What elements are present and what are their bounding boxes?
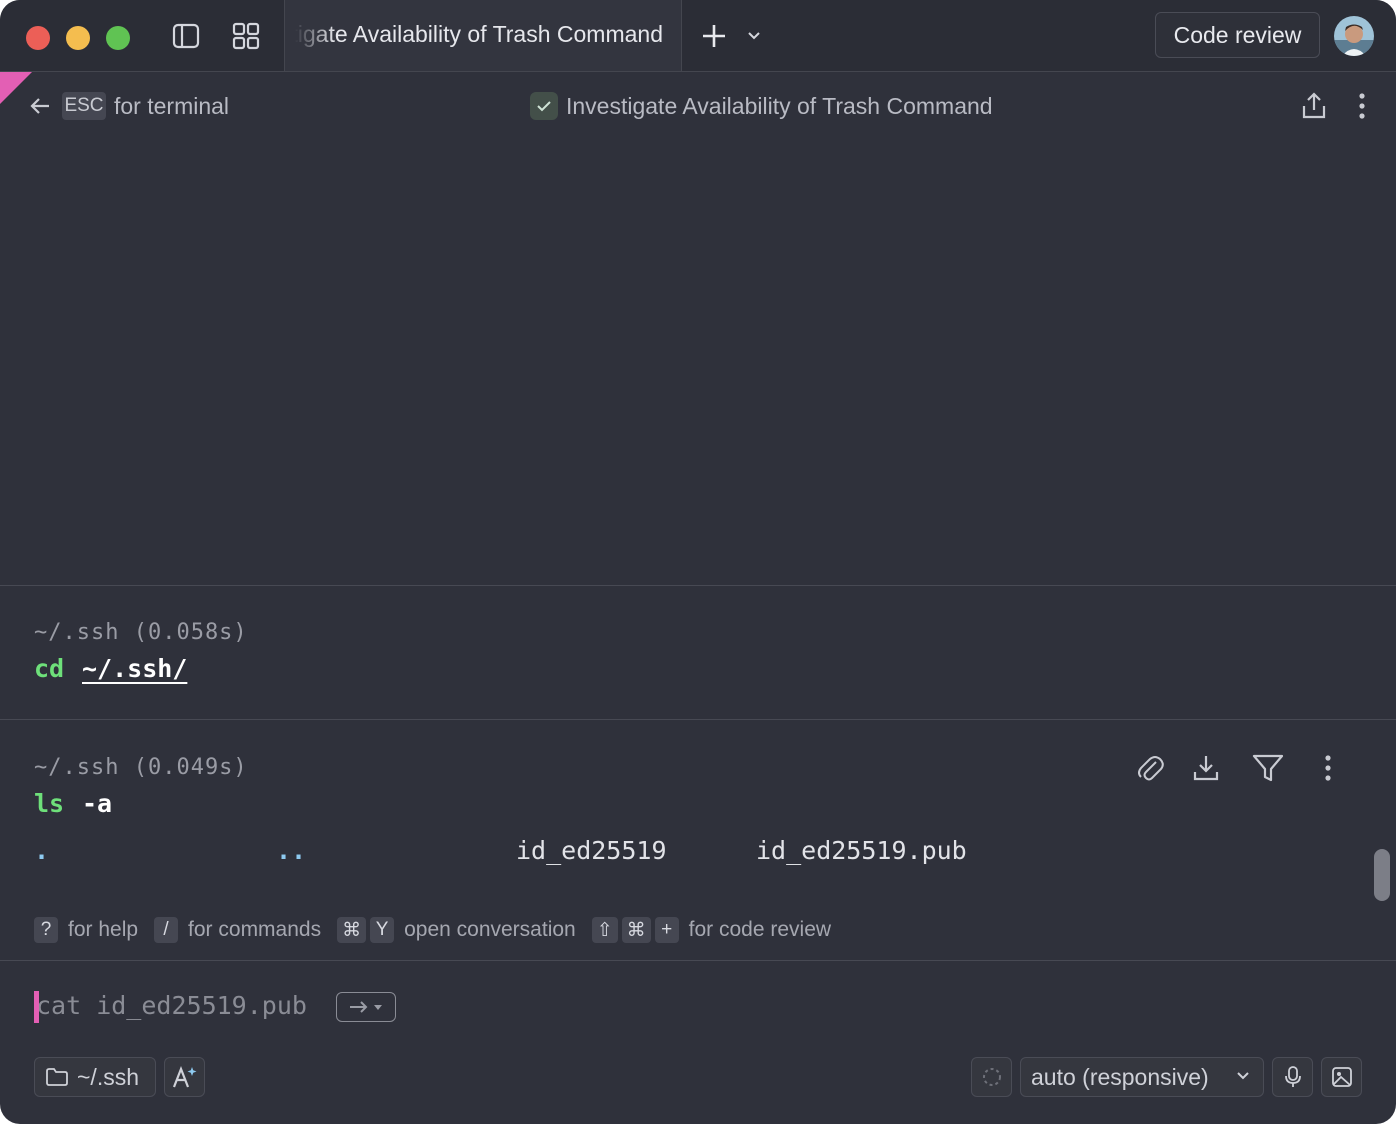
minimize-window-button[interactable] (66, 26, 90, 50)
shift-key: ⇧ (591, 917, 618, 943)
active-tab[interactable]: Investigate Availability of Trash Comman… (284, 0, 682, 71)
accept-suggestion-button[interactable] (336, 992, 396, 1022)
more-options-icon[interactable] (1344, 88, 1380, 124)
attach-icon[interactable] (1132, 750, 1168, 786)
code-review-hint: for code review (688, 918, 832, 941)
directory-label: ~/.ssh (77, 1063, 140, 1090)
cmd-key: ⌘ (621, 917, 651, 943)
block-divider (0, 719, 1396, 720)
block-more-icon[interactable] (1310, 750, 1346, 786)
command-input-suggestion[interactable]: cat id_ed25519.pub (36, 991, 307, 1020)
help-key: ? (34, 917, 58, 943)
sidebar-toggle-icon[interactable] (168, 18, 204, 54)
help-hint: for help (68, 918, 139, 941)
user-avatar[interactable] (1334, 16, 1374, 56)
directory-chip[interactable]: ~/.ssh (34, 1057, 156, 1097)
block-meta: ~/.ssh (0.049s) (34, 755, 248, 780)
plus-icon[interactable] (696, 18, 732, 54)
maximize-window-button[interactable] (106, 26, 130, 50)
cmd-key: ⌘ (337, 917, 367, 943)
output-entry: id_ed25519.pub (756, 836, 967, 865)
chevron-down-icon[interactable] (736, 18, 772, 54)
text-cursor (34, 991, 39, 1023)
block-meta: ~/.ssh (0.058s) (34, 620, 248, 645)
model-select[interactable]: auto (responsive) (1020, 1057, 1264, 1097)
checkmark-icon (530, 92, 558, 120)
y-key: Y (370, 917, 395, 943)
code-review-button[interactable]: Code review (1155, 12, 1320, 58)
output-entry: . (34, 836, 50, 865)
microphone-icon[interactable] (1272, 1057, 1313, 1097)
terminal-window: Investigate Availability of Trash Comman… (0, 0, 1396, 1124)
image-icon[interactable] (1321, 1057, 1362, 1097)
plus-key: + (654, 917, 679, 943)
chevron-down-icon (1235, 1068, 1251, 1084)
block-path-link[interactable]: ~/.ssh/ (82, 654, 187, 683)
block-command: ls (34, 789, 65, 818)
close-window-button[interactable] (26, 26, 50, 50)
esc-hint-label: for terminal (114, 93, 230, 119)
loading-spinner-icon (971, 1057, 1012, 1097)
ai-assist-icon[interactable] (164, 1057, 205, 1097)
filter-icon[interactable] (1250, 750, 1286, 786)
output-entry: .. (276, 836, 307, 865)
tab-title: Investigate Availability of Trash Comman… (285, 21, 663, 47)
grid-icon[interactable] (228, 18, 264, 54)
title-bar: Investigate Availability of Trash Comman… (0, 0, 1396, 72)
commands-hint: for commands (188, 918, 322, 941)
block-command-args: -a (82, 789, 113, 818)
scrollbar-thumb[interactable] (1374, 849, 1390, 901)
input-divider (0, 960, 1396, 961)
block-divider (0, 585, 1396, 586)
shortcut-hints: ? for help / for commands ⌘ Y open conve… (34, 916, 847, 944)
block-command: cd (34, 654, 65, 683)
output-entry: id_ed25519 (516, 836, 667, 865)
conversation-hint: open conversation (404, 918, 576, 941)
back-arrow-icon[interactable] (28, 94, 52, 123)
commands-key: / (154, 917, 179, 943)
model-select-value: auto (responsive) (1031, 1063, 1209, 1090)
conversation-title[interactable]: Investigate Availability of Trash Comman… (566, 93, 993, 120)
download-icon[interactable] (1188, 750, 1224, 786)
esc-key-badge: ESC (62, 92, 106, 120)
share-icon[interactable] (1296, 88, 1332, 124)
folder-icon (45, 1067, 69, 1087)
